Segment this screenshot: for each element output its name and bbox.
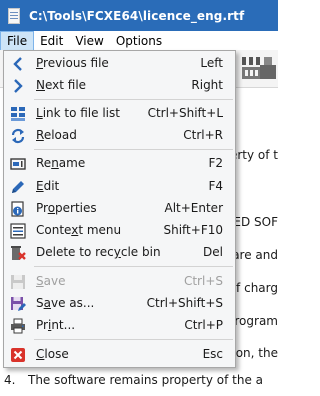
- doc-text-line: ED SOF: [233, 215, 278, 229]
- print-icon: [11, 318, 25, 334]
- menu-item-shortcut: Ctrl+Shift+S: [146, 296, 223, 310]
- menu-item-shortcut: Ctrl+R: [183, 128, 223, 142]
- rename-icon: [10, 158, 26, 170]
- menu-item-shortcut: F4: [208, 179, 223, 193]
- reload-icon: [11, 128, 25, 144]
- menu-item-next-file[interactable]: Next file Right: [4, 74, 235, 97]
- menu-item-rename[interactable]: Rename F2: [4, 152, 235, 175]
- menu-item-label: Next file: [36, 78, 87, 92]
- menu-item-shortcut: Shift+F10: [163, 223, 223, 237]
- menu-item-previous-file[interactable]: Previous file Left: [4, 52, 235, 75]
- menu-item-label: Close: [36, 347, 69, 361]
- menu-item-label: Previous file: [36, 56, 109, 70]
- save-as-icon: [11, 297, 26, 311]
- delete-icon: [11, 246, 26, 260]
- doc-text-line: of charg: [228, 281, 278, 295]
- pencil-icon: [12, 181, 24, 193]
- menu-separator: [34, 339, 233, 340]
- menu-bar: File Edit View Options: [0, 31, 278, 50]
- menu-file[interactable]: File: [0, 31, 35, 50]
- menu-item-print[interactable]: Print... Ctrl+P: [4, 314, 235, 337]
- info-icon: [11, 201, 24, 217]
- menu-separator: [34, 149, 233, 150]
- document-icon: [5, 7, 23, 25]
- chevron-left-icon: [13, 57, 22, 71]
- menu-item-shortcut: Ctrl+S: [183, 274, 223, 288]
- menu-item-save-as[interactable]: Save as... Ctrl+Shift+S: [4, 292, 235, 315]
- menu-item-shortcut: Del: [203, 245, 223, 259]
- chevron-right-icon: [14, 79, 23, 93]
- doc-text-line: erty of t: [229, 148, 278, 162]
- menu-item-label: Rename: [36, 156, 86, 170]
- menu-item-label: Edit: [36, 179, 60, 193]
- menu-options[interactable]: Options: [110, 31, 168, 50]
- menu-item-shortcut: Ctrl+P: [184, 318, 223, 332]
- menu-separator: [34, 99, 233, 100]
- menu-item-shortcut: Ctrl+Shift+L: [147, 106, 223, 120]
- menu-view[interactable]: View: [69, 31, 109, 50]
- menu-item-label: Save as...: [36, 296, 95, 310]
- menu-edit[interactable]: Edit: [34, 31, 69, 50]
- menu-item-label: Reload: [36, 128, 77, 142]
- window-title: C:\Tools\FCXE64\licence_eng.rtf: [29, 8, 245, 23]
- context-menu-icon: [10, 223, 26, 239]
- menu-item-properties[interactable]: Properties Alt+Enter: [4, 197, 235, 220]
- menu-item-shortcut: Esc: [202, 347, 223, 361]
- file-menu-dropdown: Previous file Left Next file Right Link …: [3, 50, 236, 368]
- link-icon: [11, 107, 25, 121]
- menu-item-label: Print...: [36, 318, 76, 332]
- menu-item-label: Link to file list: [36, 106, 120, 120]
- menu-item-label: Context menu: [36, 223, 122, 237]
- menu-item-close[interactable]: Close Esc: [4, 343, 235, 366]
- menu-item-save: Save Ctrl+S: [4, 270, 235, 293]
- menu-item-shortcut: Left: [200, 56, 223, 70]
- menu-item-label: Delete to recycle bin: [36, 245, 161, 259]
- menu-item-shortcut: Alt+Enter: [164, 201, 223, 215]
- menu-separator: [34, 266, 233, 267]
- menu-item-edit[interactable]: Edit F4: [4, 175, 235, 198]
- doc-text-line: are and: [232, 248, 278, 262]
- menu-item-label: Save: [36, 274, 66, 288]
- save-icon: [11, 275, 25, 289]
- menu-item-delete-to-recycle-bin[interactable]: Delete to recycle bin Del: [4, 241, 235, 264]
- doc-text-line: on, the: [235, 346, 278, 360]
- menu-item-shortcut: F2: [208, 156, 223, 170]
- menu-item-link-to-file-list[interactable]: Link to file list Ctrl+Shift+L: [4, 102, 235, 125]
- menu-item-context-menu[interactable]: Context menu Shift+F10: [4, 219, 235, 242]
- menu-item-reload[interactable]: Reload Ctrl+R: [4, 124, 235, 147]
- toolbar-tool2-icon[interactable]: [258, 55, 280, 81]
- close-icon: [11, 348, 25, 362]
- doc-list-text: The software remains property of the a: [28, 373, 264, 387]
- menu-item-label: Properties: [36, 201, 97, 215]
- menu-item-shortcut: Right: [191, 78, 223, 92]
- title-bar: C:\Tools\FCXE64\licence_eng.rtf: [0, 0, 278, 31]
- doc-list-number: 4.: [4, 373, 16, 387]
